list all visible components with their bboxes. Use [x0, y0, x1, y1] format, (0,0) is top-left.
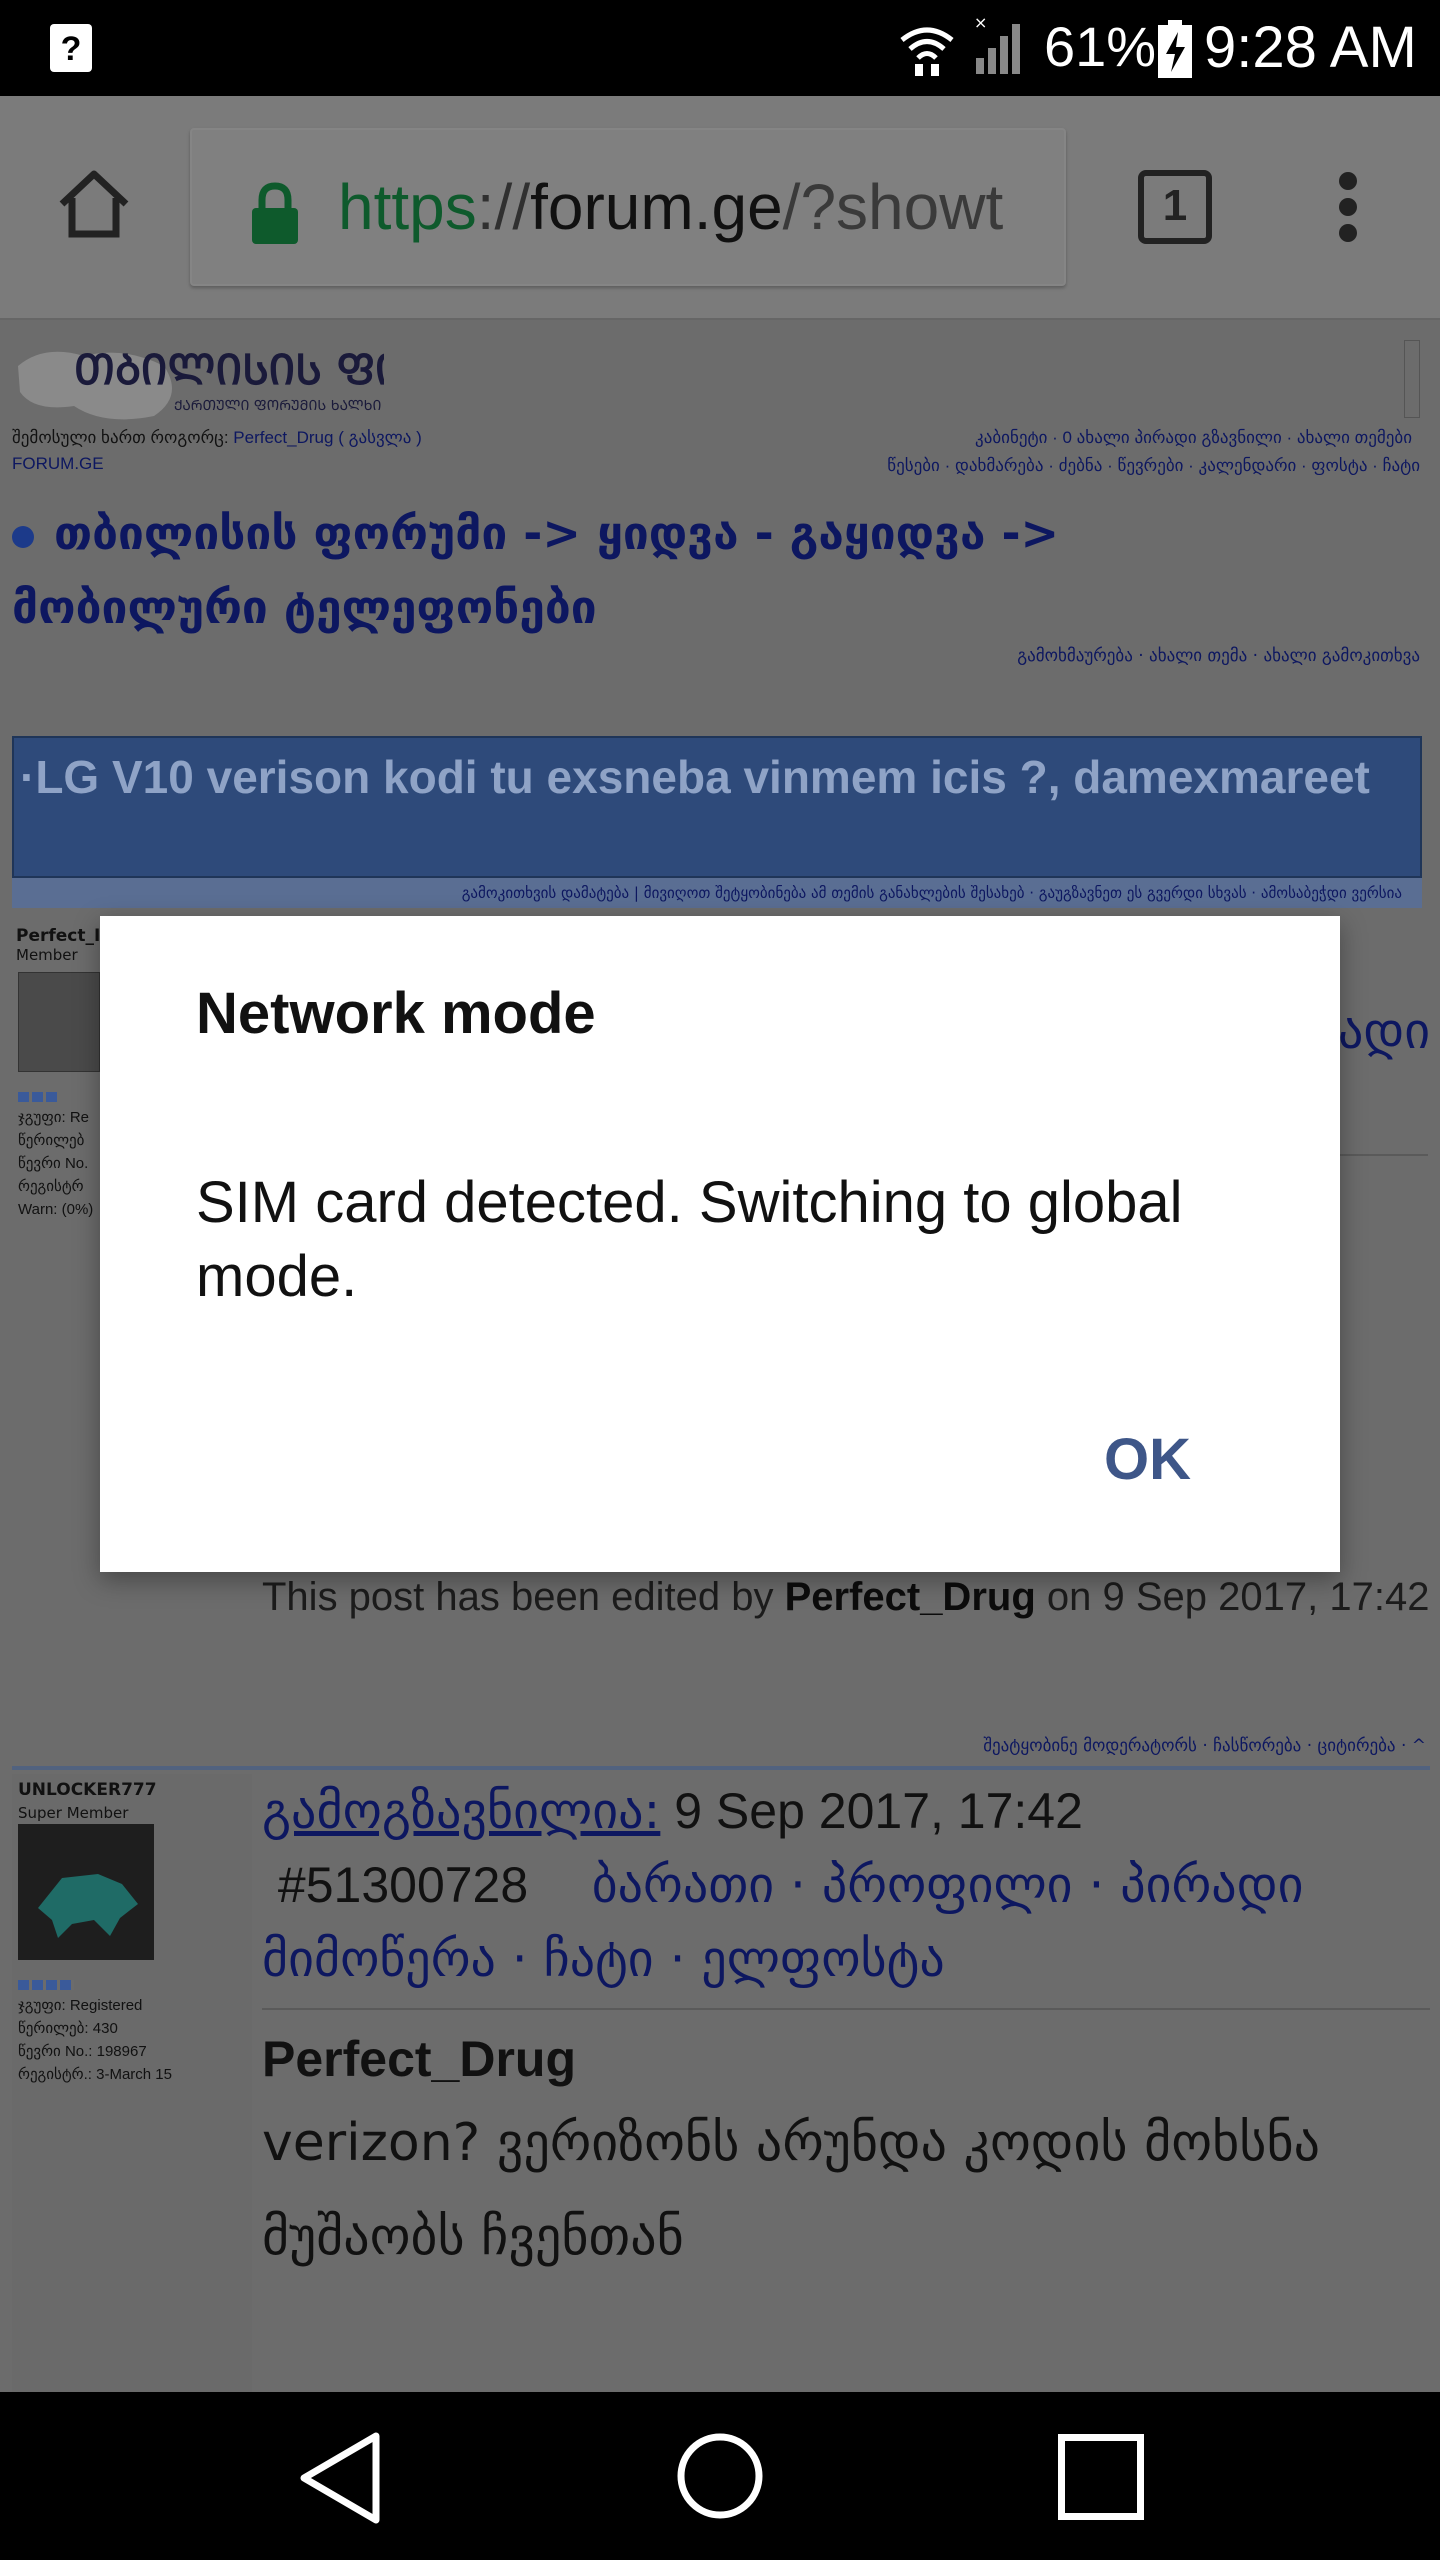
topic-tools[interactable]: გამოკითხვის დამატება | მივიღოთ შეტყობინე…	[12, 878, 1422, 908]
svg-text:ᲗᲑᲘᲚᲘᲡᲘᲡ ᲤᲝᲠᲣᲛᲘ: ᲗᲑᲘᲚᲘᲡᲘᲡ ᲤᲝᲠᲣᲛᲘ	[74, 345, 384, 394]
posted-label[interactable]: გამოგზავნილია:	[262, 1782, 660, 1840]
clock: 9:28 AM	[1204, 15, 1417, 80]
logout-link[interactable]: ( გასვლა )	[338, 428, 422, 447]
breadcrumb[interactable]: თბილისის ფორუმი -> ყიდვა - გაყიდვა -> მო…	[12, 496, 1272, 644]
post-author[interactable]: Perfect_I Member	[16, 926, 106, 964]
status-bar: ? × 61% 9:28 AM	[0, 0, 1440, 96]
topic-header: ·LG V10 verison kodi tu exsneba vinmem i…	[12, 736, 1422, 878]
post-body: verizon? ვერიზონს არუნდა კოდის მოხსნა მუ…	[262, 2113, 1321, 2267]
ok-button[interactable]: OK	[1104, 1426, 1191, 1493]
user-links[interactable]: კაბინეტი · 0 ახალი პირადი გზავნილი · ახა…	[975, 428, 1412, 448]
dialog-message: SIM card detected. Switching to global m…	[196, 1170, 1183, 1309]
username-link[interactable]: Perfect_Drug	[233, 428, 333, 447]
svg-text:ᲥᲐᲠᲗᲣᲚᲘ ᲤᲝᲠᲣᲛᲘᲡ ᲮᲐᲚᲮᲘ: ᲥᲐᲠᲗᲣᲚᲘ ᲤᲝᲠᲣᲛᲘᲡ ᲮᲐᲚᲮᲘ	[174, 398, 381, 414]
post-author-stats: ჯგუფი: Registered წერილებ: 430 წევრი No.…	[18, 1997, 172, 2083]
recent-apps-icon[interactable]	[1058, 2434, 1144, 2520]
post-divider	[12, 1766, 1430, 1770]
bullet-icon	[12, 525, 34, 548]
browser-toolbar: https://forum.ge/?showt 1	[0, 96, 1440, 320]
divider	[262, 2008, 1430, 2010]
forum-logo[interactable]: ᲗᲑᲘᲚᲘᲡᲘᲡ ᲤᲝᲠᲣᲛᲘ ᲥᲐᲠᲗᲣᲚᲘ ᲤᲝᲠᲣᲛᲘᲡ ᲮᲐᲚᲮᲘ	[14, 336, 384, 428]
rank-pips	[18, 1980, 74, 1990]
side-tag	[1404, 340, 1420, 418]
battery-percent: 61%	[1044, 15, 1157, 78]
overflow-menu-icon[interactable]	[1334, 172, 1362, 242]
login-status: შემოსული ხართ როგორც: Perfect_Drug ( გას…	[12, 428, 422, 447]
avatar	[18, 1824, 154, 1960]
home-nav-icon[interactable]	[676, 2432, 764, 2520]
post-number[interactable]: #51300728	[278, 1857, 528, 1913]
svg-text:×: ×	[974, 14, 987, 32]
quote-author: Perfect_Drug	[262, 2031, 576, 2087]
main-nav-links[interactable]: წესები · დახმარება · ძებნა · წევრები · კ…	[887, 456, 1420, 476]
author-rank: Super Member	[18, 1804, 129, 1822]
post-date: 9 Sep 2017, 17:42	[660, 1783, 1083, 1839]
signal-icon: ×	[974, 14, 1020, 74]
post-header-fragment[interactable]: ადი	[1338, 1002, 1430, 1060]
wifi-icon	[900, 27, 954, 76]
post-footer-links[interactable]: შეატყობინე მოდერატორს · ჩასწორება · ციტი…	[983, 1736, 1426, 1756]
post-header: გამოგზავნილია: 9 Sep 2017, 17:42 #513007…	[262, 1774, 1432, 1996]
home-icon[interactable]	[56, 168, 132, 240]
tab-switcher-button[interactable]: 1	[1138, 170, 1212, 244]
site-label[interactable]: FORUM.GE	[12, 454, 104, 474]
avatar	[18, 972, 100, 1072]
url-text[interactable]: https://forum.ge/?showt	[338, 170, 1058, 244]
post-author[interactable]: UNLOCKER777	[18, 1780, 157, 1800]
post-author-stats: ჯგუფი: Re წერილებ წევრი No. რეგისტრ Warn…	[18, 1092, 108, 1221]
url-bar[interactable]: https://forum.ge/?showt	[190, 128, 1066, 286]
back-icon[interactable]	[296, 2430, 384, 2526]
notification-icon: ?	[50, 24, 92, 72]
dialog-title: Network mode	[196, 981, 596, 1046]
navigation-bar	[0, 2392, 1440, 2560]
network-mode-dialog: Network mode SIM card detected. Switchin…	[100, 916, 1340, 1572]
topic-actions[interactable]: გამოხმაურება · ახალი თემა · ახალი გამოკი…	[1017, 646, 1420, 666]
lock-icon	[252, 182, 298, 244]
topic-title: ·LG V10 verison kodi tu exsneba vinmem i…	[20, 751, 1370, 803]
battery-charging-icon	[1158, 20, 1192, 78]
